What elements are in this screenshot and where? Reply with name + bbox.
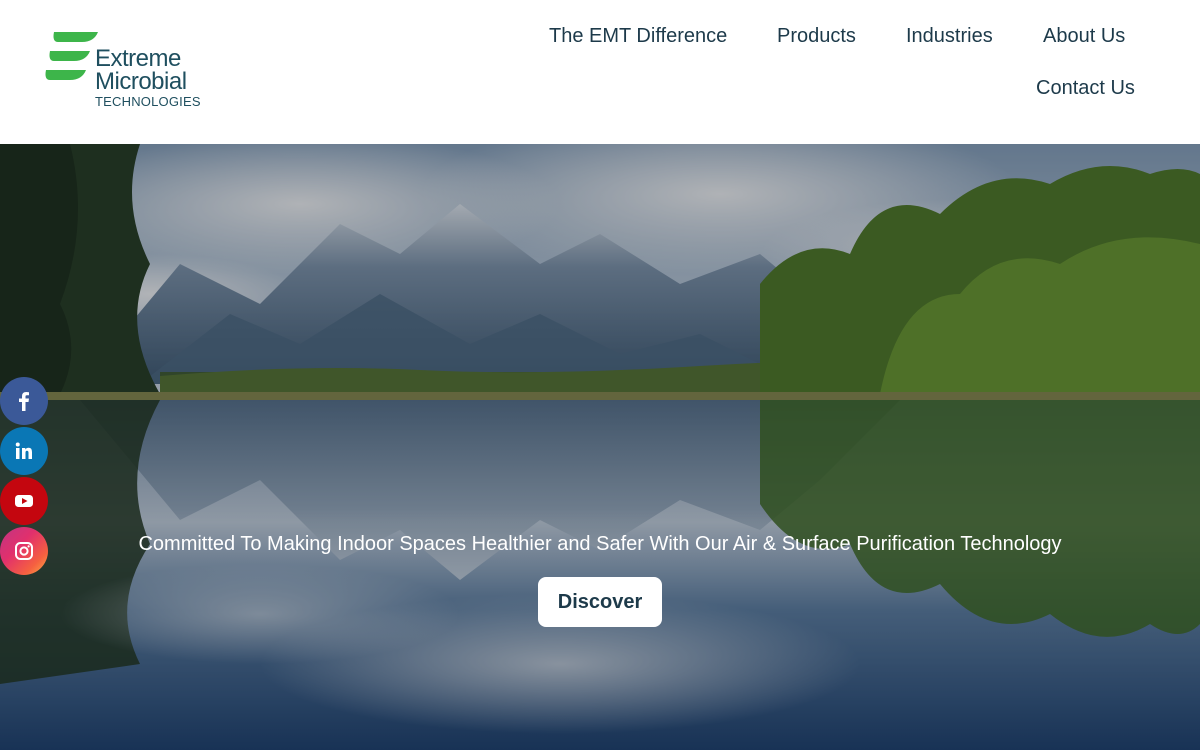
nav-item-industries[interactable]: Industries — [906, 25, 993, 48]
nav-item-products[interactable]: Products — [777, 25, 856, 48]
hero-overlay — [0, 144, 1200, 750]
hero-section: Committed To Making Indoor Spaces Health… — [0, 144, 1200, 750]
logo-text-microbial: Microbial — [95, 68, 187, 95]
nav-item-emt-difference[interactable]: The EMT Difference — [549, 25, 727, 48]
instagram-icon — [15, 542, 33, 560]
logo[interactable]: Extreme Microbial TECHNOLOGIES — [44, 32, 214, 112]
youtube-button[interactable] — [0, 477, 48, 525]
linkedin-button[interactable] — [0, 427, 48, 475]
youtube-icon — [15, 495, 33, 507]
discover-button[interactable]: Discover — [538, 577, 662, 627]
nav-item-contact-us[interactable]: Contact Us — [1036, 77, 1135, 100]
site-header: Extreme Microbial TECHNOLOGIES The EMT D… — [0, 0, 1200, 144]
nav-item-about-us[interactable]: About Us — [1043, 25, 1125, 48]
logo-text-technologies: TECHNOLOGIES — [95, 94, 201, 109]
logo-mark-icon — [45, 32, 98, 80]
instagram-button[interactable] — [0, 527, 48, 575]
linkedin-icon — [15, 442, 32, 459]
facebook-button[interactable] — [0, 377, 48, 425]
facebook-icon — [19, 392, 29, 411]
hero-tagline: Committed To Making Indoor Spaces Health… — [138, 533, 1062, 555]
